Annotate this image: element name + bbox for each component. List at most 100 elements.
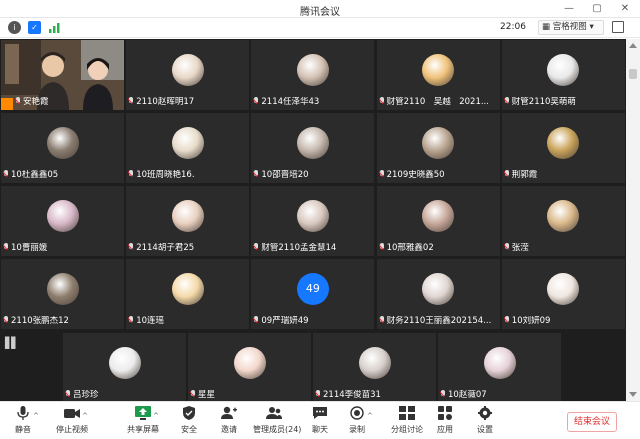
minimize-icon[interactable]: — <box>562 2 576 16</box>
participant-tile[interactable]: 财务2110王丽鑫202154... <box>376 259 500 329</box>
more-icon[interactable]: ▪▪ ▪▪ ▪▪ <box>4 335 16 352</box>
security-button[interactable]: 安全 <box>178 406 200 438</box>
participant-tile[interactable]: 2114李俊苗31 <box>313 333 436 403</box>
participant-tile[interactable]: 10邵晋培20 <box>251 113 375 183</box>
avatar <box>296 200 329 232</box>
participant-tile[interactable]: 2110张鹏杰12 <box>1 259 124 329</box>
participant-tile[interactable]: 张滢 <box>501 186 625 256</box>
participant-name: 09严瑞妍49 <box>253 316 372 327</box>
signal-icon[interactable] <box>48 21 61 34</box>
scroll-up-icon[interactable] <box>629 43 637 48</box>
chat-button[interactable]: 聊天 <box>309 406 331 438</box>
chevron-up-icon[interactable]: ^ <box>82 412 88 420</box>
stop-video-label: 停止视频 <box>56 425 88 434</box>
chevron-up-icon[interactable]: ^ <box>367 412 373 420</box>
participant-tile[interactable]: 10班周晓艳16. <box>126 113 250 183</box>
invite-label: 邀请 <box>221 425 237 434</box>
shield-icon[interactable]: ✓ <box>28 21 41 34</box>
avatar <box>547 127 580 159</box>
participant-tile[interactable]: 49 09严瑞妍49 <box>251 259 375 329</box>
members-icon <box>266 406 282 420</box>
participant-tile[interactable]: 荆郭霞 <box>501 113 625 183</box>
chevron-up-icon[interactable]: ^ <box>153 412 159 420</box>
share-screen-button[interactable]: ^ 共享屏幕 <box>126 406 160 438</box>
breakout-label: 分组讨论 <box>391 425 423 434</box>
microphone-icon: ^ <box>15 406 39 420</box>
participant-tile[interactable]: 财管2110孟金慧14 <box>251 186 375 256</box>
participant-name-text: 安艳霞 <box>23 97 49 107</box>
participant-tile[interactable]: 吕珍珍 <box>63 333 186 403</box>
scroll-thumb[interactable] <box>629 69 637 79</box>
muted-mic-icon <box>3 243 9 251</box>
participant-name: 2114胡子君25 <box>128 243 247 254</box>
stop-video-button[interactable]: ^ 停止视频 <box>52 406 92 438</box>
close-icon[interactable]: ✕ <box>618 2 632 16</box>
participant-tile[interactable]: 2114任泽华43 <box>251 40 375 110</box>
invite-button[interactable]: 邀请 <box>218 406 240 438</box>
end-meeting-button[interactable]: 结束会议 <box>567 412 617 432</box>
participant-name: 10杜鑫鑫05 <box>3 170 122 181</box>
manage-members-button[interactable]: 管理成员(24) <box>253 406 301 438</box>
fullscreen-icon[interactable] <box>612 21 624 33</box>
avatar <box>422 54 455 86</box>
muted-mic-icon <box>253 243 259 251</box>
chevron-down-icon: ▾ <box>589 22 594 32</box>
participant-tile[interactable]: 2110赵晖明17 <box>126 40 250 110</box>
participant-tile[interactable]: 10曹丽媛 <box>1 186 124 256</box>
avatar <box>108 347 141 379</box>
participant-grid: 安艳霞 2110赵晖明17 2114任泽华43 财管2110 吴越 2021... 财管… <box>0 39 626 331</box>
host-badge-icon <box>1 98 13 110</box>
apps-button[interactable]: 应用 <box>434 406 456 438</box>
participant-tile[interactable]: 2114胡子君25 <box>126 186 250 256</box>
muted-mic-icon <box>440 390 446 398</box>
participant-tile[interactable]: 财管2110吴萌萌 <box>501 40 625 110</box>
participant-tile[interactable]: 10赵薇07 <box>438 333 561 403</box>
participant-name: 安艳霞 <box>15 97 122 108</box>
record-icon: ^ <box>349 406 373 420</box>
participant-name: 吕珍珍 <box>65 390 184 401</box>
avatar <box>171 127 204 159</box>
avatar <box>46 200 79 232</box>
muted-mic-icon <box>128 97 134 105</box>
info-icon[interactable]: i <box>8 21 21 34</box>
participant-name: 财管2110孟金慧14 <box>253 243 372 254</box>
avatar <box>422 127 455 159</box>
chat-icon <box>312 406 328 420</box>
muted-mic-icon <box>65 390 71 398</box>
participant-tile[interactable]: 10连瑶 <box>126 259 250 329</box>
mute-button[interactable]: ^ 静音 <box>8 406 39 438</box>
participant-tile[interactable]: 星星 <box>188 333 311 403</box>
participant-tile[interactable]: 10杜鑫鑫05 <box>1 113 124 183</box>
participant-tile[interactable]: 安艳霞 <box>1 40 124 110</box>
maximize-icon[interactable]: ▢ <box>590 2 604 16</box>
chevron-up-icon[interactable]: ^ <box>33 412 39 420</box>
avatar <box>547 273 580 305</box>
muted-mic-icon <box>128 316 134 324</box>
participant-tile[interactable]: 10邢雅鑫02 <box>376 186 500 256</box>
scrollbar[interactable] <box>626 39 640 401</box>
record-button[interactable]: ^ 录制 <box>346 406 373 438</box>
breakout-icon <box>399 406 415 420</box>
participant-name-text: 10曹丽媛 <box>11 243 48 253</box>
participant-tile[interactable]: 财管2110 吴越 2021... <box>376 40 500 110</box>
breakout-rooms-button[interactable]: 分组讨论 <box>390 406 424 438</box>
participant-name: 10邵晋培20 <box>253 170 372 181</box>
avatar <box>171 54 204 86</box>
participant-name-text: 2110赵晖明17 <box>136 97 195 107</box>
title-bar: 腾讯会议 — ▢ ✕ <box>0 0 640 18</box>
participant-name-text: 星星 <box>198 390 216 400</box>
settings-button[interactable]: 设置 <box>474 406 496 438</box>
participant-tile[interactable]: 2109史晓鑫50 <box>376 113 500 183</box>
participant-name: 10班周晓艳16. <box>128 170 247 181</box>
avatar <box>46 127 79 159</box>
muted-mic-icon <box>15 97 21 105</box>
muted-mic-icon <box>3 170 9 178</box>
view-switch-button[interactable]: ▦ 宫格视图 ▾ <box>538 20 604 35</box>
participant-tile[interactable]: 10刘妍09 <box>501 259 625 329</box>
avatar <box>422 273 455 305</box>
participant-name: 2110赵晖明17 <box>128 97 247 108</box>
avatar: 49 <box>296 273 329 305</box>
muted-mic-icon <box>190 390 196 398</box>
scroll-down-icon[interactable] <box>629 392 637 397</box>
avatar <box>422 200 455 232</box>
